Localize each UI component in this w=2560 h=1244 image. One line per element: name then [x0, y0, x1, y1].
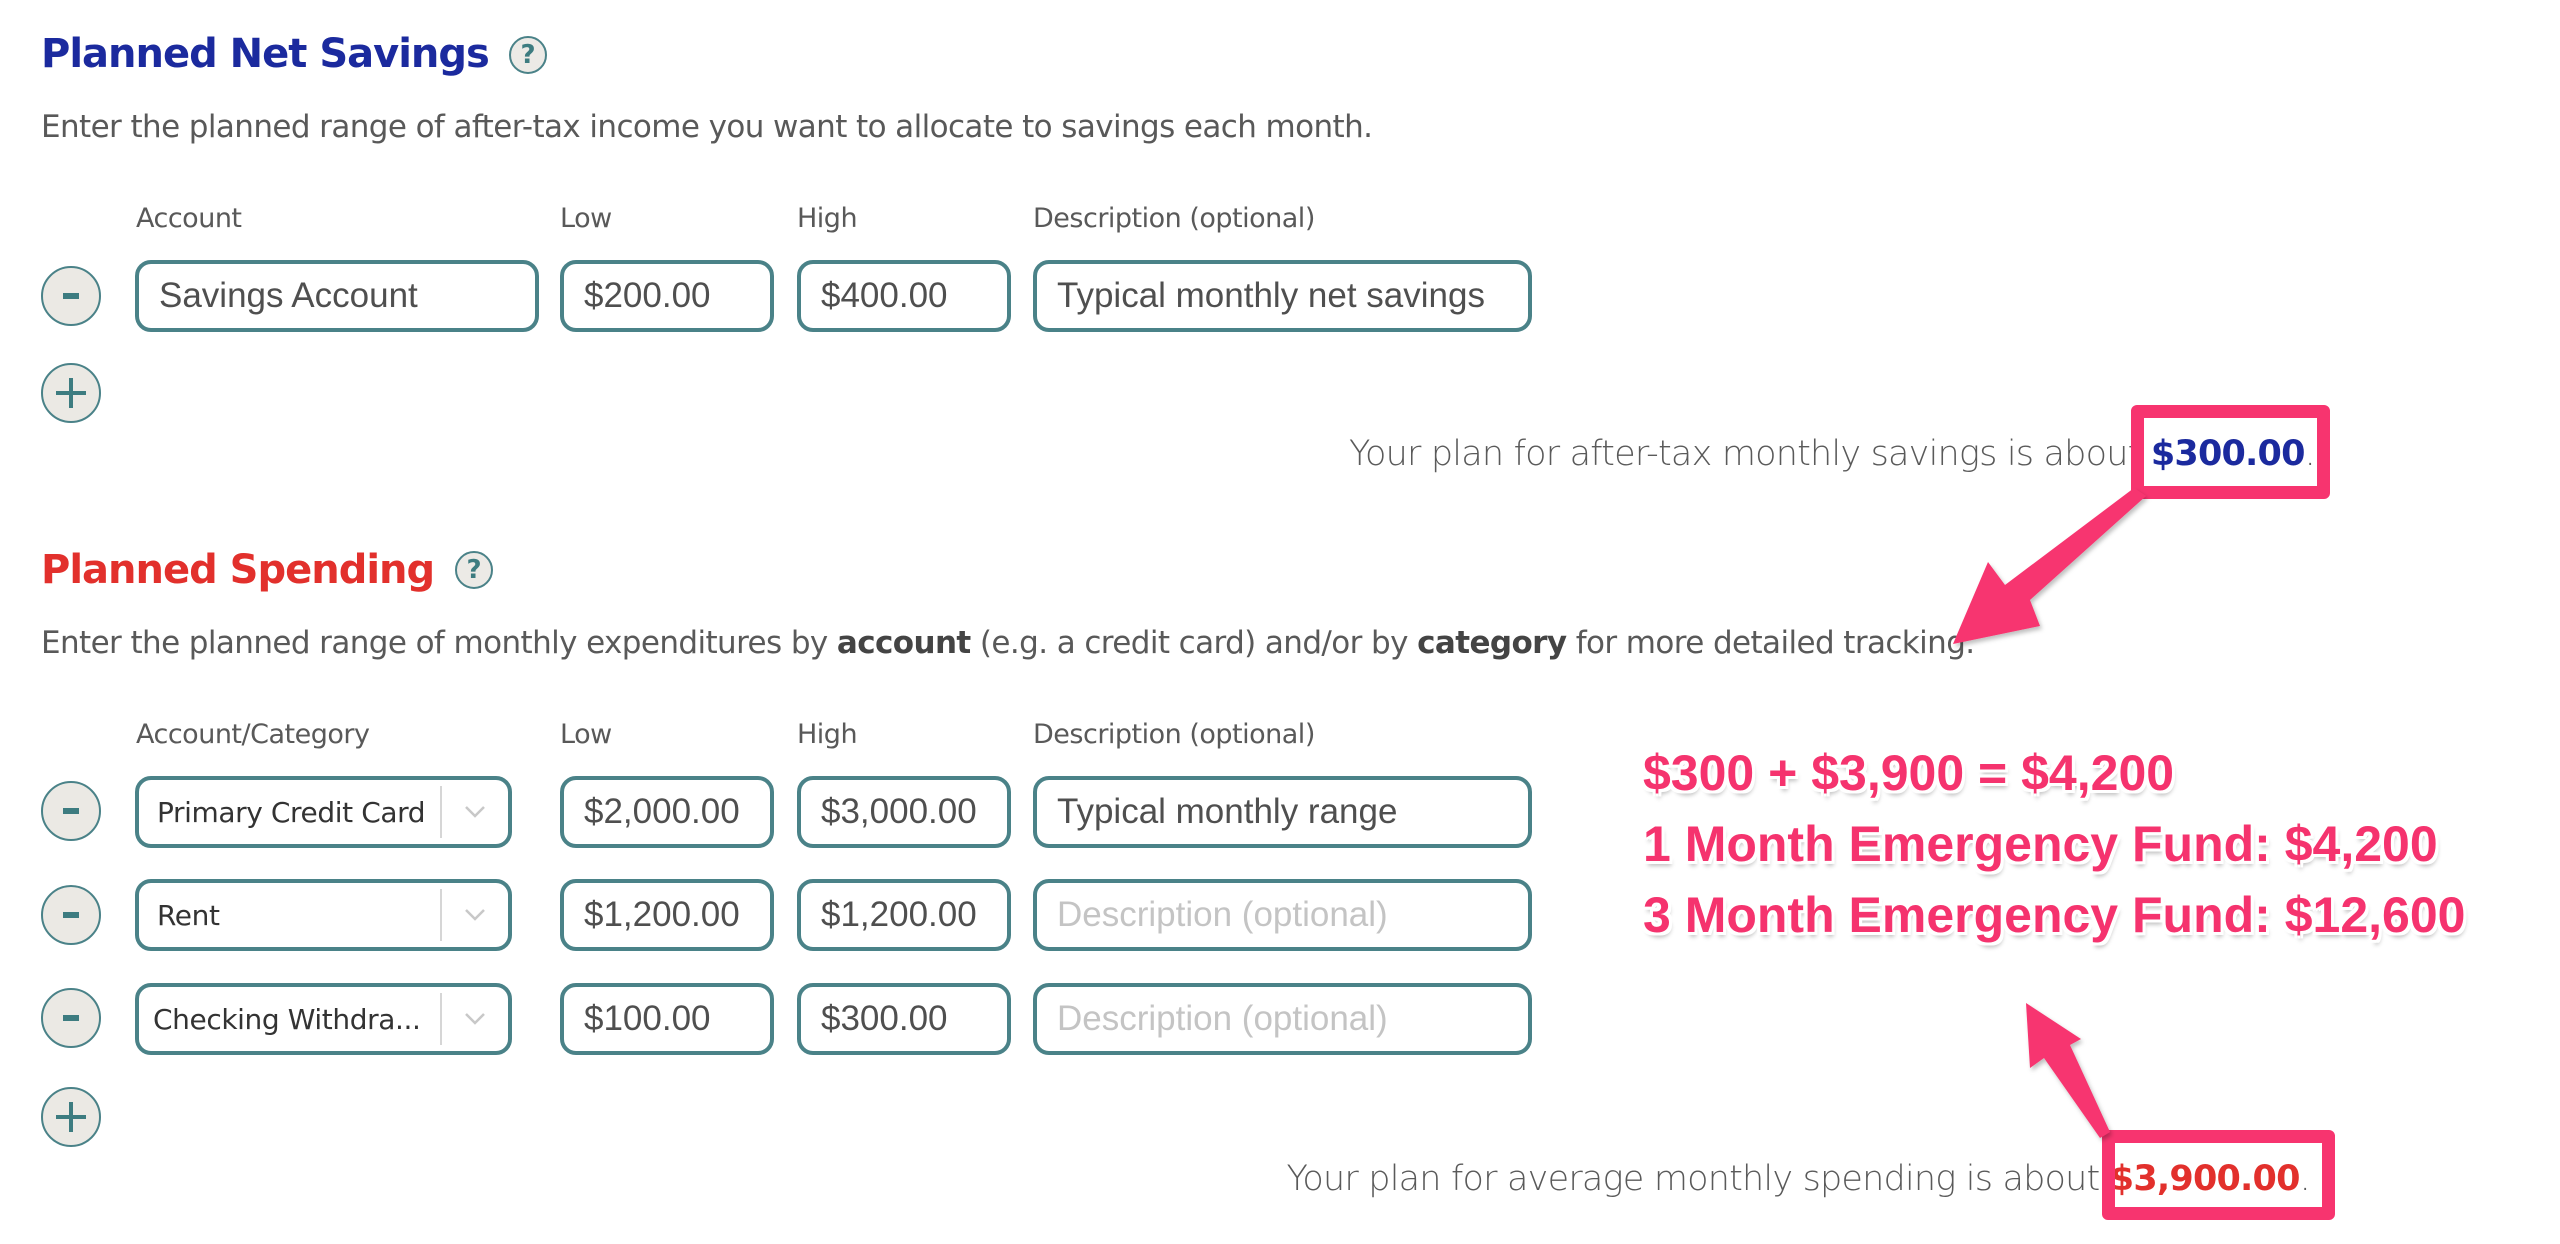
annotation-arrows [1953, 488, 2146, 1138]
arrow-savings-to-spending [1953, 488, 2146, 644]
annotation-line-1-month: 1 Month Emergency Fund: $4,200 [1643, 816, 2438, 872]
annotation-line-total: $300 + $3,900 = $4,200 [1643, 745, 2175, 801]
arrow-spending-up [2026, 1003, 2110, 1138]
annotation-line-3-month: 3 Month Emergency Fund: $12,600 [1643, 887, 2466, 943]
